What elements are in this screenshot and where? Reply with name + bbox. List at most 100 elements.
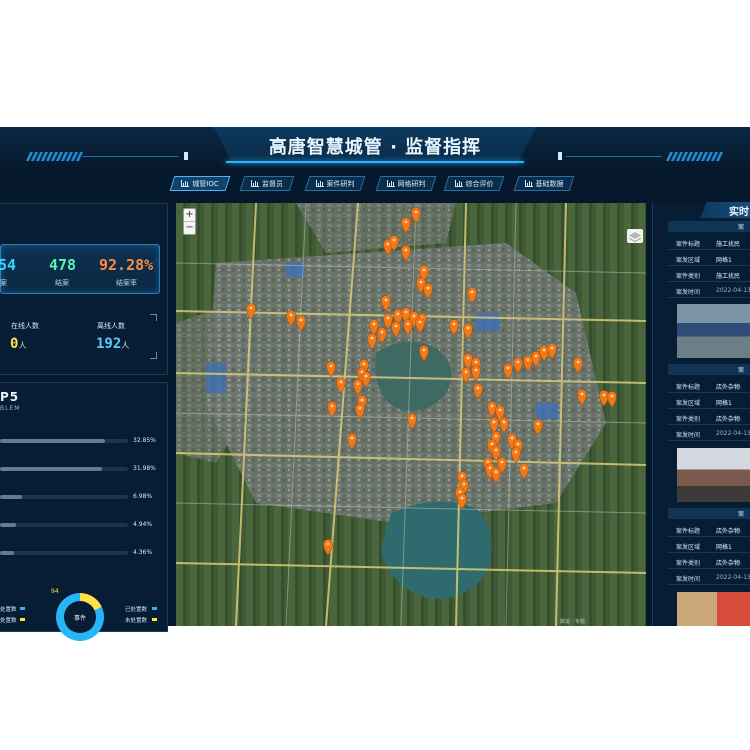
bar-chart-icon xyxy=(181,180,190,187)
bar-fill xyxy=(0,523,16,527)
case-field-row: 案发时间 2022-04-13 xyxy=(668,570,750,585)
bar-value: 32.85% xyxy=(133,437,156,444)
layers-icon xyxy=(628,232,642,243)
case-field-value: 店外杂物 xyxy=(716,560,741,567)
case-field-key: 案件标题 xyxy=(676,528,701,535)
legend-swatch-yellow xyxy=(152,618,157,621)
case-field-row: 案件类别 店外杂物 xyxy=(668,554,750,569)
bar-chart-icon xyxy=(454,180,463,187)
top5-bar-row: 4.94% xyxy=(0,521,158,529)
case-field-value: 店外杂物 xyxy=(716,416,741,423)
case-photo[interactable] xyxy=(677,448,750,502)
bar-chart-icon xyxy=(251,180,259,187)
corner-bracket xyxy=(150,314,157,321)
legend-left-2: 处置数 xyxy=(0,618,17,624)
case-field-value: 网格1 xyxy=(716,400,732,407)
case-field-row: 案件标题 店外杂物 xyxy=(668,378,750,393)
case-card-header-label: 案 xyxy=(738,224,745,231)
realtime-title: 实时 xyxy=(729,207,749,218)
case-field-key: 案发区域 xyxy=(676,400,701,407)
top5-bar-row: 6.98% xyxy=(0,493,158,501)
case-card-header: 案 xyxy=(668,508,750,519)
case-field-value: 2022-04-13 xyxy=(716,574,750,581)
case-photo[interactable] xyxy=(677,304,750,358)
header-stripes-left xyxy=(25,152,84,161)
tab-case-analysis[interactable]: 案件研判 xyxy=(304,176,366,191)
case-field-row: 案件类别 施工扰民 xyxy=(668,267,750,282)
tab-grid-analysis[interactable]: 网格研判 xyxy=(375,176,437,191)
case-field-key: 案件类别 xyxy=(676,416,701,423)
case-card-header: 案 xyxy=(668,364,750,375)
tab-ioc[interactable]: 城管IOC xyxy=(169,176,231,191)
top5-bar-row: 4.36% xyxy=(0,549,158,557)
case-field-value: 店外杂物 xyxy=(716,384,741,391)
close-rate-caption: 结案率 xyxy=(116,279,137,287)
close-rate-value: 92.28% xyxy=(99,256,154,274)
donut-top-value: 94 xyxy=(51,588,59,595)
top5-title: P5 xyxy=(0,390,20,404)
case-field-key: 案发时间 xyxy=(676,432,701,439)
header-bar: 高唐智慧城管 · 监督指挥 xyxy=(0,127,750,167)
bar-track xyxy=(0,523,128,527)
case-field-key: 案发区域 xyxy=(676,544,701,551)
zoom-control: + − xyxy=(183,208,196,235)
case-field-key: 案件类别 xyxy=(676,560,701,567)
header-pin-right xyxy=(558,152,562,160)
bar-chart-icon xyxy=(386,180,395,187)
tab-inspector[interactable]: 监督员 xyxy=(239,176,295,191)
bar-chart-icon xyxy=(315,180,324,187)
title-underline xyxy=(226,161,524,163)
top5-subtitle: BLEM xyxy=(0,405,21,412)
bar-value: 31.98% xyxy=(133,465,156,472)
tab-evaluation[interactable]: 综合评价 xyxy=(443,176,505,191)
case-field-key: 案发区域 xyxy=(676,257,701,264)
case-field-row: 案发时间 2022-04-13 xyxy=(668,426,750,441)
offline-value: 192人 xyxy=(96,336,130,352)
case-field-key: 案件标题 xyxy=(676,384,701,391)
case-field-value: 网格1 xyxy=(716,544,732,551)
legend-unhandled: 未处置数 xyxy=(125,618,148,624)
case-field-key: 案发时间 xyxy=(676,576,701,583)
zoom-out-button[interactable]: − xyxy=(184,222,195,235)
closed-count-caption: 结案 xyxy=(55,279,69,287)
case-field-value: 2022-04-13 xyxy=(716,287,750,294)
case-field-row: 案发区域 网格1 xyxy=(668,251,750,266)
top5-bar-row: 32.85% xyxy=(0,437,158,445)
legend-swatch-yellow xyxy=(20,618,25,621)
top5-bar-row: 31.98% xyxy=(0,465,158,473)
bar-fill xyxy=(0,495,23,499)
tab-base-data[interactable]: 基础数据 xyxy=(513,176,575,191)
case-card-header: 案 xyxy=(668,221,750,232)
header-stripes-right xyxy=(665,152,724,161)
map-credit: 数说 · 专题 xyxy=(560,619,585,625)
page-title: 高唐智慧城管 · 监督指挥 xyxy=(268,137,482,158)
case-field-row: 案件类别 店外杂物 xyxy=(668,410,750,425)
online-label: 在线人数 xyxy=(11,322,39,330)
case-count-value: 54 xyxy=(0,256,17,274)
bar-value: 4.36% xyxy=(133,549,153,556)
map-canvas xyxy=(176,203,646,626)
satellite-map[interactable] xyxy=(176,203,646,626)
nav-tabs: 城管IOC 监督员 案件研判 网格研判 综合评价 基础数据 xyxy=(0,176,750,192)
offline-label: 离线人数 xyxy=(97,322,125,330)
case-field-key: 案件类别 xyxy=(676,273,701,280)
corner-bracket xyxy=(150,352,157,359)
online-value: 0人 xyxy=(10,336,27,352)
legend-handled: 已处置数 xyxy=(125,607,148,613)
bar-value: 6.98% xyxy=(133,493,153,500)
case-photo[interactable] xyxy=(677,592,750,626)
zoom-in-button[interactable]: + xyxy=(184,209,195,222)
layers-button[interactable] xyxy=(627,229,643,243)
legend-swatch-blue xyxy=(152,607,157,610)
bar-value: 4.94% xyxy=(133,521,153,528)
bar-fill xyxy=(0,467,103,471)
legend-swatch-blue xyxy=(20,607,25,610)
case-field-row: 案件标题 店外杂物 xyxy=(668,522,750,537)
case-field-row: 案发区域 网格1 xyxy=(668,394,750,409)
donut-center-label: 事件 xyxy=(73,615,86,622)
case-field-value: 网格1 xyxy=(716,257,732,264)
case-card-header-label: 案 xyxy=(738,367,745,374)
case-field-value: 2022-04-13 xyxy=(716,430,750,437)
header-line-right xyxy=(566,156,662,157)
case-card-header-label: 案 xyxy=(738,511,745,518)
